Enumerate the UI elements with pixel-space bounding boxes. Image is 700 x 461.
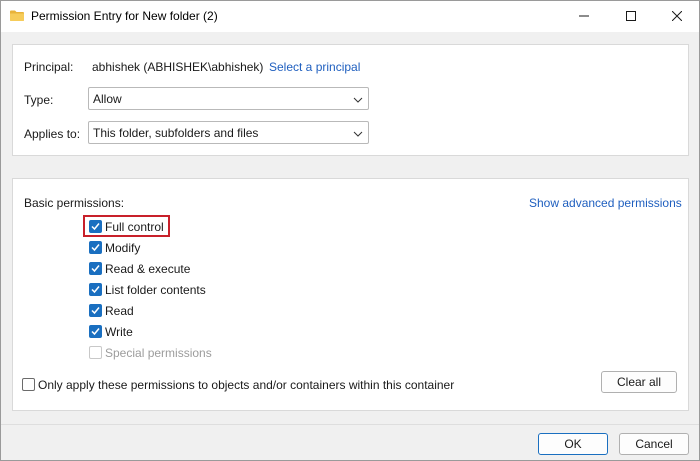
- maximize-button[interactable]: [608, 1, 654, 32]
- permission-list-folder-contents[interactable]: List folder contents: [89, 281, 206, 298]
- cancel-button[interactable]: Cancel: [619, 433, 689, 455]
- permission-label: Write: [105, 324, 133, 339]
- only-apply-option[interactable]: Only apply these permissions to objects …: [22, 376, 454, 393]
- checkbox-read-execute[interactable]: [89, 262, 102, 275]
- permission-modify[interactable]: Modify: [89, 239, 140, 256]
- title-bar[interactable]: Permission Entry for New folder (2): [1, 1, 699, 32]
- permission-full-control[interactable]: Full control: [89, 218, 164, 235]
- footer-separator: [1, 424, 699, 425]
- checkmark-icon: [91, 265, 100, 273]
- type-label: Type:: [24, 93, 54, 107]
- principal-value: abhishek (ABHISHEK\abhishek): [92, 60, 264, 74]
- permission-entry-dialog: Permission Entry for New folder (2) Prin…: [0, 0, 700, 461]
- permission-label: Modify: [105, 240, 141, 255]
- permission-read-execute[interactable]: Read & execute: [89, 260, 190, 277]
- only-apply-label: Only apply these permissions to objects …: [38, 377, 455, 392]
- checkmark-icon: [91, 328, 100, 336]
- applies-to-select-value: This folder, subfolders and files: [93, 126, 259, 140]
- checkbox-special-permissions: [89, 346, 102, 359]
- type-select[interactable]: Allow: [88, 87, 369, 110]
- checkbox-only-apply[interactable]: [22, 378, 35, 391]
- ok-button[interactable]: OK: [538, 433, 608, 455]
- close-icon: [671, 10, 683, 24]
- close-button[interactable]: [654, 1, 700, 32]
- basic-permissions-header: Basic permissions:: [24, 196, 125, 210]
- select-principal-link[interactable]: Select a principal: [269, 60, 360, 74]
- permission-label: Special permissions: [105, 345, 212, 360]
- permission-label: List folder contents: [105, 282, 206, 297]
- checkbox-write[interactable]: [89, 325, 102, 338]
- maximize-icon: [626, 10, 636, 24]
- checkbox-read[interactable]: [89, 304, 102, 317]
- folder-icon: [10, 10, 24, 21]
- minimize-button[interactable]: [561, 1, 607, 32]
- checkmark-icon: [91, 244, 100, 252]
- checkmark-icon: [91, 286, 100, 294]
- checkmark-icon: [91, 307, 100, 315]
- checkbox-modify[interactable]: [89, 241, 102, 254]
- checkmark-icon: [91, 223, 100, 231]
- permission-special: Special permissions: [89, 344, 212, 361]
- minimize-icon: [579, 10, 589, 24]
- checkbox-list-folder-contents[interactable]: [89, 283, 102, 296]
- permission-label: Read: [105, 303, 134, 318]
- show-advanced-permissions-link[interactable]: Show advanced permissions: [529, 196, 682, 210]
- applies-to-label: Applies to:: [24, 127, 81, 141]
- permission-label: Read & execute: [105, 261, 191, 276]
- permission-label: Full control: [105, 219, 164, 234]
- type-select-value: Allow: [93, 92, 122, 106]
- chevron-down-icon: [353, 128, 363, 138]
- window-title: Permission Entry for New folder (2): [31, 9, 218, 23]
- permission-write[interactable]: Write: [89, 323, 133, 340]
- chevron-down-icon: [353, 94, 363, 104]
- checkbox-full-control[interactable]: [89, 220, 102, 233]
- clear-all-button[interactable]: Clear all: [601, 371, 677, 393]
- applies-to-select[interactable]: This folder, subfolders and files: [88, 121, 369, 144]
- permission-read[interactable]: Read: [89, 302, 134, 319]
- principal-label: Principal:: [24, 60, 74, 74]
